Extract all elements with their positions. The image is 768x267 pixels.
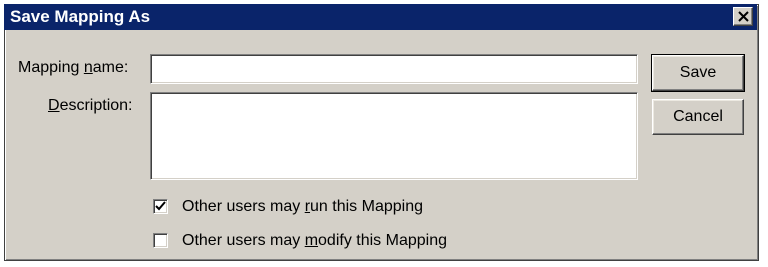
description-label-mnemonic: D <box>48 97 60 114</box>
allow-modify-label[interactable]: Other users may modify this Mapping <box>182 232 447 250</box>
dialog-title: Save Mapping As <box>10 7 151 26</box>
allow-modify-label-post: odify this Mapping <box>318 232 447 249</box>
mapping-name-label-pre: Mapping <box>18 59 84 76</box>
mapping-name-label: Mapping name: <box>18 59 128 77</box>
allow-run-checkbox[interactable] <box>153 199 168 214</box>
description-label: Description: <box>48 97 132 115</box>
cancel-button[interactable]: Cancel <box>652 99 744 135</box>
close-button[interactable] <box>733 7 753 26</box>
close-icon <box>738 11 749 22</box>
save-button[interactable]: Save <box>651 54 745 92</box>
allow-modify-label-mnemonic: m <box>304 232 319 249</box>
description-textarea[interactable] <box>150 92 638 180</box>
mapping-name-label-mnemonic: n <box>83 59 93 76</box>
title-bar[interactable]: Save Mapping As <box>4 4 757 30</box>
allow-run-label[interactable]: Other users may run this Mapping <box>182 198 423 216</box>
checkmark-icon <box>155 201 166 211</box>
description-label-post: escription: <box>59 97 133 114</box>
allow-run-label-post: un this Mapping <box>310 198 423 215</box>
allow-modify-label-pre: Other users may <box>182 232 305 249</box>
allow-modify-checkbox[interactable] <box>153 233 168 248</box>
mapping-name-label-post: ame: <box>92 59 129 76</box>
allow-run-label-pre: Other users may <box>182 198 305 215</box>
mapping-name-input[interactable] <box>150 54 638 84</box>
